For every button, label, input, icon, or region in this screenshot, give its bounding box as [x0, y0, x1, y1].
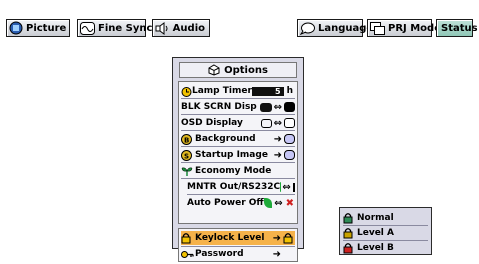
picture-icon — [9, 21, 23, 35]
keylock-option-level-b[interactable]: Level B — [343, 241, 428, 255]
green-leaf-icon — [263, 198, 273, 208]
speech-bubble-icon — [300, 21, 315, 35]
options-title-bar: Options — [179, 62, 297, 78]
keylock-submenu: Normal Level A Level B — [339, 207, 432, 255]
right-arrow-icon: ➜ — [273, 133, 282, 145]
options-icon — [208, 64, 220, 76]
keylock-option-level-a[interactable]: Level A — [343, 226, 428, 240]
fine-sync-icon — [80, 21, 95, 35]
right-arrow-icon: ➜ — [272, 232, 281, 244]
left-right-arrow-icon: ⇔ — [274, 197, 283, 209]
tab-status[interactable]: Status — [436, 19, 478, 37]
submenu-indicator-icon — [284, 134, 295, 144]
right-arrow-icon: ➜ — [272, 248, 281, 260]
white-square-icon — [284, 118, 295, 128]
menu-item-startup-image[interactable]: S Startup Image ➜ — [181, 148, 295, 162]
lamp-timer-value: 5 — [251, 86, 284, 96]
left-right-arrow-icon: ⇔ — [282, 181, 291, 193]
menu-item-mntr-out[interactable]: MNTR Out/RS232C ⇔ — [187, 180, 295, 194]
menu-item-auto-power-off[interactable]: Auto Power Off ⇔ ✖ — [187, 196, 295, 210]
tab-audio[interactable]: Audio — [152, 19, 210, 37]
power-off-icon: ✖ — [285, 197, 294, 209]
background-icon: B — [181, 133, 195, 145]
lock-red-icon — [343, 242, 357, 254]
lock-green-icon — [343, 212, 357, 224]
tab-prj-mode[interactable]: PRJ Mode — [367, 19, 441, 37]
menu-item-keylock-level[interactable]: Keylock Level ➜ — [181, 231, 295, 245]
blank-screen-icon — [259, 102, 272, 112]
right-arrow-icon: ➜ — [273, 149, 282, 161]
options-menu: Options Lamp Timer 5 h BLK SCRN Disp ⇔ O… — [172, 57, 304, 262]
left-right-arrow-icon: ⇔ — [273, 101, 282, 113]
svg-text:B: B — [184, 136, 189, 144]
black-square-icon — [284, 102, 295, 112]
menu-item-osd-display[interactable]: OSD Display ⇔ — [181, 116, 295, 130]
lock-icon — [283, 232, 293, 244]
tab-picture[interactable]: Picture — [6, 19, 70, 37]
leaf-icon — [181, 166, 195, 177]
left-right-arrow-icon: ⇔ — [273, 117, 282, 129]
menu-item-background[interactable]: B Background ➜ — [181, 132, 295, 146]
projector-icon — [370, 21, 385, 35]
monitor-icon — [292, 182, 295, 192]
key-icon — [181, 250, 195, 259]
menu-item-blk-scrn-disp[interactable]: BLK SCRN Disp ⇔ — [181, 100, 295, 114]
options-list: Lamp Timer 5 h BLK SCRN Disp ⇔ OSD Displ… — [178, 81, 298, 224]
lock-yellow-icon — [343, 227, 357, 239]
tab-language[interactable]: Language — [297, 19, 373, 37]
speaker-icon — [155, 21, 170, 35]
tab-fine-sync[interactable]: Fine Sync — [77, 19, 152, 37]
menu-item-economy-mode: Economy Mode — [181, 164, 295, 178]
menu-item-password[interactable]: Password ➜ — [181, 247, 295, 261]
startup-image-icon: S — [181, 149, 195, 161]
osd-icon — [260, 118, 272, 128]
menu-item-lamp-timer[interactable]: Lamp Timer 5 h — [181, 84, 295, 98]
submenu-indicator-icon — [284, 150, 295, 160]
keylock-option-normal[interactable]: Normal — [343, 211, 428, 225]
options-lower-list: Keylock Level ➜ Password ➜ — [178, 228, 298, 262]
lamp-timer-icon — [181, 86, 192, 97]
svg-text:S: S — [184, 152, 189, 160]
lock-icon — [181, 232, 195, 244]
